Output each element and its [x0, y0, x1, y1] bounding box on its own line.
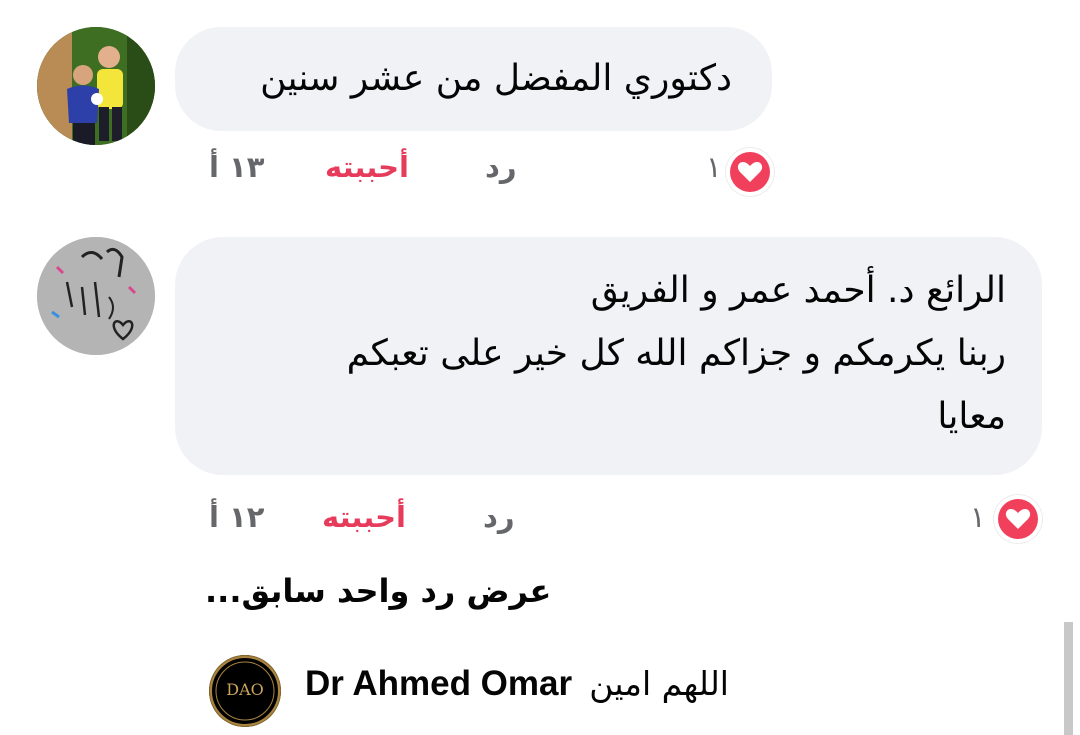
commenter-avatar[interactable]	[37, 27, 155, 145]
heart-icon[interactable]	[994, 495, 1042, 543]
reply-button[interactable]: رد	[485, 150, 517, 184]
comment-bubble[interactable]: دكتوري المفضل من عشر سنين	[175, 27, 772, 131]
view-previous-replies-link[interactable]: عرض رد واحد سابق...	[205, 572, 551, 610]
reply-author[interactable]: Dr Ahmed Omar	[305, 664, 572, 703]
like-button[interactable]: أحببته	[322, 500, 406, 534]
like-button[interactable]: أحببته	[325, 150, 409, 184]
heart-icon[interactable]	[726, 148, 774, 196]
comment-text-line: معايا	[937, 396, 1006, 437]
page-logo-avatar[interactable]: DAO	[209, 655, 281, 727]
logo-text: DAO	[226, 680, 264, 699]
comment-text-line: الرائع د. أحمد عمر و الفريق	[590, 270, 1006, 311]
comment-time[interactable]: ١٣ أ	[209, 150, 264, 184]
comment-time[interactable]: ١٢ أ	[209, 500, 264, 534]
reply-text: اللهم امين	[589, 664, 729, 703]
avatar-photo-icon	[37, 27, 155, 145]
scrollbar[interactable]	[1064, 622, 1073, 735]
comment-text-line: ربنا يكرمكم و جزاكم الله كل خير على تعبك…	[346, 333, 1006, 374]
reply-button[interactable]: رد	[483, 500, 515, 534]
reply-preview[interactable]: Dr Ahmed Omar اللهم امين	[305, 664, 729, 704]
avatar-drawing-icon	[37, 237, 155, 355]
dao-logo-icon: DAO	[210, 656, 280, 726]
commenter-avatar[interactable]	[37, 237, 155, 355]
comment-text: دكتوري المفضل من عشر سنين	[260, 58, 732, 99]
reaction-count[interactable]: ١	[970, 500, 986, 534]
comment-bubble[interactable]: الرائع د. أحمد عمر و الفريق ربنا يكرمكم …	[175, 237, 1042, 475]
reaction-count[interactable]: ١	[706, 150, 722, 184]
